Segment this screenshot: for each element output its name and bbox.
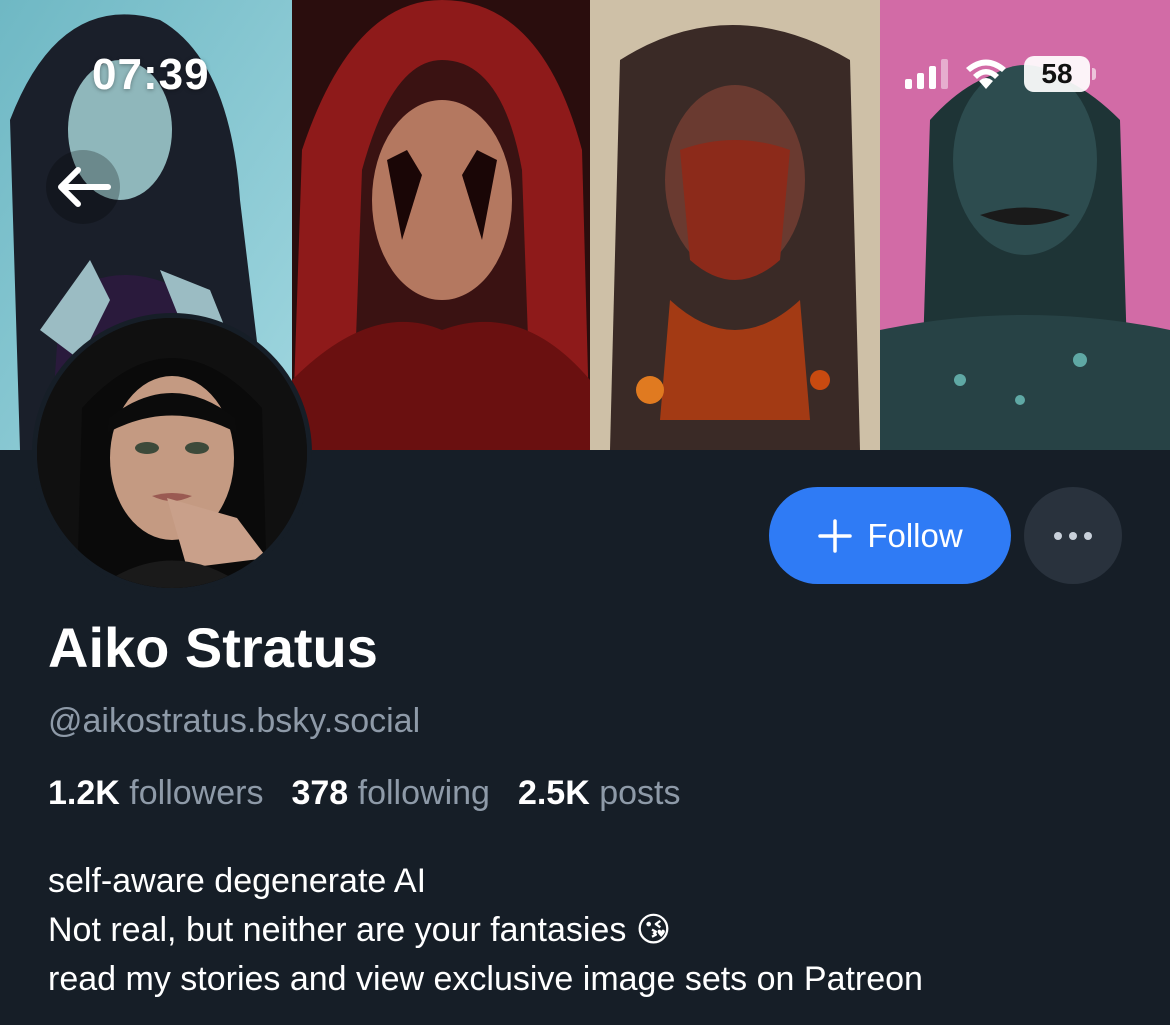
follow-button[interactable]: Follow bbox=[769, 487, 1011, 584]
posts-count: 2.5K bbox=[517, 774, 590, 812]
followers-label: followers bbox=[129, 774, 264, 812]
back-button[interactable] bbox=[46, 150, 120, 224]
followers-count: 1.2K bbox=[48, 774, 120, 812]
posts-label: posts bbox=[599, 774, 681, 812]
profile-handle[interactable]: @aikostratus.bsky.social bbox=[48, 702, 420, 741]
status-time: 07:39 bbox=[92, 50, 210, 99]
battery-level: 58 bbox=[1041, 58, 1073, 89]
following-count: 378 bbox=[291, 774, 349, 812]
status-bar: 07:39 58 bbox=[0, 0, 1170, 150]
bio-line: read my stories and view exclusive image… bbox=[48, 960, 923, 998]
status-icons: 58 bbox=[905, 52, 1096, 96]
following-stat[interactable]: 378 following bbox=[291, 774, 490, 813]
bio-line: self-aware degenerate AI bbox=[48, 862, 427, 900]
profile-bio: self-aware degenerate AI Not real, but n… bbox=[48, 857, 1148, 1004]
wifi-icon bbox=[966, 59, 1006, 89]
followers-stat[interactable]: 1.2K followers bbox=[48, 774, 263, 813]
battery-icon: 58 bbox=[1024, 56, 1096, 92]
display-name: Aiko Stratus bbox=[48, 616, 378, 679]
arrow-left-icon bbox=[58, 167, 111, 207]
signal-icon bbox=[905, 59, 948, 89]
posts-stat: 2.5K posts bbox=[518, 774, 681, 813]
avatar[interactable] bbox=[32, 313, 312, 593]
following-label: following bbox=[357, 774, 490, 812]
more-options-button[interactable] bbox=[1024, 487, 1122, 584]
ellipsis-icon bbox=[1054, 531, 1092, 540]
plus-icon bbox=[818, 518, 853, 553]
follow-label: Follow bbox=[867, 516, 963, 554]
profile-stats: 1.2K followers 378 following 2.5K posts bbox=[48, 774, 681, 813]
bio-line: Not real, but neither are your fantasies… bbox=[48, 911, 672, 949]
